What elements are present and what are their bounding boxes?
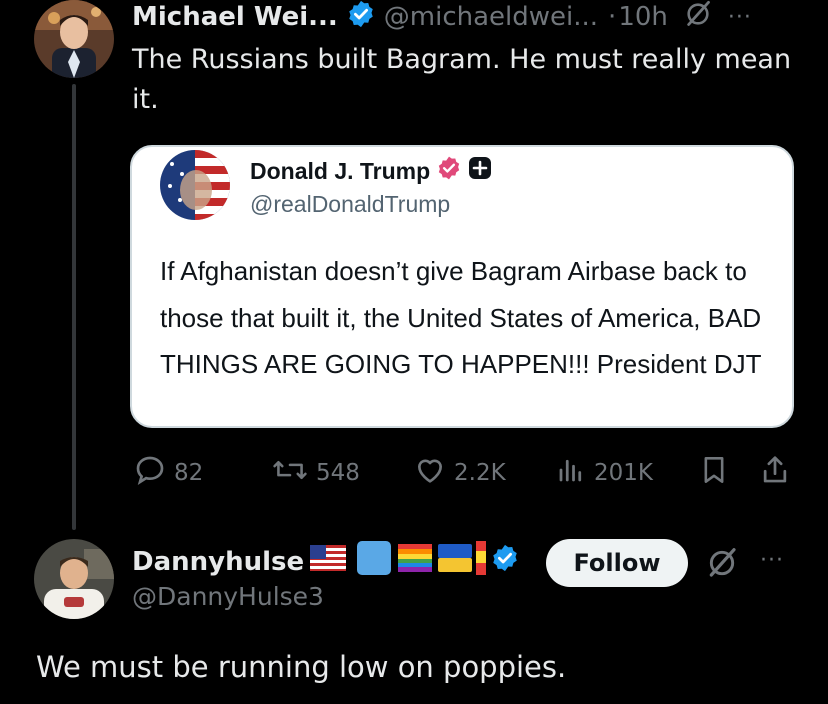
reply-author-row: Dannyhulse [132, 540, 520, 583]
quoted-author-handle: @realDonaldTrump [250, 191, 451, 217]
reply-verified-badge-icon[interactable] [490, 543, 520, 580]
like-action[interactable]: 2.2K [414, 455, 506, 491]
ukraine-flag-icon [438, 544, 473, 579]
truth-verified-icon [436, 155, 462, 187]
rainbow-flag-icon [398, 544, 433, 579]
share-action[interactable] [760, 455, 790, 491]
reply-author-handle[interactable]: @DannyHulse3 [132, 582, 324, 611]
repost-icon [272, 454, 308, 492]
author-avatar[interactable] [34, 0, 114, 78]
author-name[interactable]: Michael Wei... [132, 2, 338, 32]
reply-author-avatar[interactable] [34, 539, 114, 619]
grok-icon[interactable] [684, 0, 712, 35]
plus-badge-icon [468, 156, 492, 186]
views-action[interactable]: 201K [556, 455, 653, 491]
tweet-header: Michael Wei... @michaeldwei... · 10h ··· [132, 0, 752, 34]
reply-text: We must be running low on poppies. [36, 650, 567, 684]
like-count: 2.2K [454, 460, 506, 486]
heart-icon [414, 454, 446, 492]
views-count: 201K [594, 460, 653, 486]
separator-dot: · [608, 2, 617, 32]
partial-flag-icon [476, 541, 487, 582]
blue-square-icon [356, 540, 392, 583]
timestamp[interactable]: 10h [618, 2, 668, 32]
follow-button[interactable]: Follow [546, 539, 688, 587]
reply-count: 82 [174, 460, 204, 486]
quoted-author-name: Donald J. Trump [250, 157, 431, 184]
bookmark-action[interactable] [700, 455, 728, 491]
quoted-author-avatar [160, 150, 230, 220]
thread-connector-line [72, 84, 76, 530]
quoted-post-image[interactable]: Donald J. Trump @realDonaldTrump If Afgh… [130, 145, 794, 428]
quoted-author-row: Donald J. Trump [250, 155, 492, 187]
bookmark-icon [700, 454, 728, 492]
reply-action[interactable]: 82 [134, 455, 203, 491]
repost-action[interactable]: 548 [272, 455, 360, 491]
share-icon [760, 454, 790, 492]
verified-badge-icon[interactable] [346, 0, 376, 36]
reply-grok-icon[interactable] [706, 547, 738, 583]
analytics-icon [556, 454, 586, 492]
reply-icon [134, 454, 166, 492]
us-flag-icon [310, 545, 347, 578]
more-options-icon[interactable]: ··· [728, 5, 752, 30]
tweet-text: The Russians built Bagram. He must reall… [132, 44, 792, 115]
quoted-post-text: If Afghanistan doesn’t give Bagram Airba… [160, 256, 762, 379]
repost-count: 548 [316, 460, 360, 486]
author-handle[interactable]: @michaeldwei... [384, 2, 598, 32]
reply-author-name[interactable]: Dannyhulse [132, 547, 304, 577]
reply-more-options-icon[interactable]: ··· [760, 548, 784, 573]
